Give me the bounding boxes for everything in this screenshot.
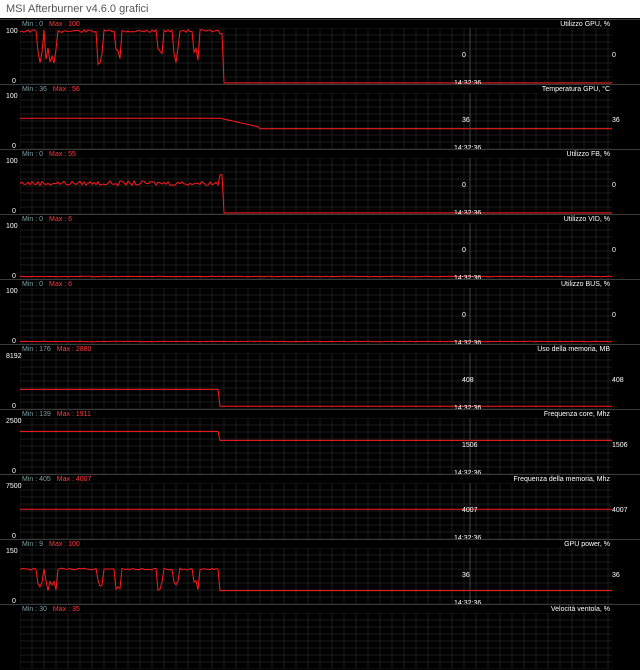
graph-panel: Min : 0 Max : 6 Utilizzo BUS, % 100 0 14:32:3… — [0, 279, 640, 347]
scale-max: 100 — [6, 223, 18, 230]
graph-title: Utilizzo VID, % — [563, 216, 610, 223]
graph-plot — [20, 613, 612, 669]
min-value: Min : 405 — [22, 476, 51, 483]
graph-panel: Min : 139 Max : 1911 Frequenza core, Mhz 25… — [0, 409, 640, 477]
current-value: 4007 — [462, 507, 478, 514]
graph-line — [20, 388, 612, 407]
min-value: Min : 0 — [22, 281, 44, 288]
current-value-right: 0 — [612, 52, 616, 59]
graph-title: Utilizzo GPU, % — [560, 21, 610, 28]
scale-max: 8192 — [6, 353, 22, 360]
graph-title: Utilizzo FB, % — [566, 151, 610, 158]
scale-max: 100 — [6, 288, 18, 295]
min-value: Min : 36 — [22, 86, 47, 93]
minmax-label: Min : 30 Max : 35 — [22, 606, 80, 614]
graph-plot — [20, 288, 612, 344]
minmax-label: Min : 0 Max : 6 — [22, 216, 72, 224]
current-value: 1506 — [462, 442, 478, 449]
min-value: Min : 0 — [22, 21, 44, 28]
graph-plot — [20, 353, 612, 409]
current-value: 0 — [462, 247, 466, 254]
max-value: Max : 6 — [49, 281, 72, 288]
minmax-label: Min : 0 Max : 100 — [22, 21, 80, 29]
minmax-label: Min : 0 Max : 55 — [22, 151, 76, 159]
min-value: Min : 30 — [22, 606, 47, 613]
minmax-label: Min : 139 Max : 1911 — [22, 411, 91, 419]
graph-line — [20, 340, 612, 343]
graph-plot — [20, 223, 612, 279]
min-value: Min : 0 — [22, 216, 44, 223]
current-value: 36 — [462, 572, 470, 579]
graph-title: Uso della memoria, MB — [537, 346, 610, 353]
minmax-label: Min : 176 Max : 2880 — [22, 346, 91, 354]
max-value: Max : 100 — [49, 541, 80, 548]
window-titlebar: MSI Afterburner v4.6.0 grafici — [0, 0, 640, 18]
graph-plot — [20, 418, 612, 474]
graph-plot — [20, 93, 612, 149]
graph-plot — [20, 158, 612, 214]
current-value-right: 36 — [612, 117, 620, 124]
graph-panel: Min : 405 Max : 4007 Frequenza della memor… — [0, 474, 640, 542]
graph-plot — [20, 28, 612, 84]
graph-panel: Min : 36 Max : 56 Temperatura GPU, °C 100 0 1… — [0, 84, 640, 152]
graph-panel: Min : 9 Max : 100 GPU power, % 150 0 14:32:36… — [0, 539, 640, 607]
min-value: Min : 0 — [22, 151, 44, 158]
current-value: 0 — [462, 52, 466, 59]
graph-line — [20, 275, 612, 278]
min-value: Min : 9 — [22, 541, 44, 548]
current-value-right: 36 — [612, 572, 620, 579]
max-value: Max : 100 — [49, 21, 80, 28]
graph-title: GPU power, % — [564, 541, 610, 548]
max-value: Max : 35 — [52, 606, 80, 613]
current-value-right: 4007 — [612, 507, 628, 514]
graph-panel: Min : 0 Max : 100 Utilizzo GPU, % 100 0 14:32… — [0, 19, 640, 87]
max-value: Max : 2880 — [56, 346, 92, 353]
graph-title: Velocità ventola, % — [550, 606, 610, 613]
current-value-right: 0 — [612, 312, 616, 319]
min-value: Min : 176 — [22, 346, 51, 353]
graph-plot — [20, 548, 612, 604]
current-value-right: 0 — [612, 247, 616, 254]
max-value: Max : 1911 — [56, 411, 91, 418]
scale-max: 100 — [6, 158, 18, 165]
graph-title: Utilizzo BUS, % — [560, 281, 610, 288]
current-value: 36 — [462, 117, 470, 124]
current-value-right: 0 — [612, 182, 616, 189]
scale-max: 7500 — [6, 483, 22, 490]
graph-plot — [20, 483, 612, 539]
graph-panel: Min : 176 Max : 2880 Uso della memoria, MB… — [0, 344, 640, 412]
minmax-label: Min : 0 Max : 6 — [22, 281, 72, 289]
current-value: 0 — [462, 312, 466, 319]
scale-max: 100 — [6, 28, 18, 35]
max-value: Max : 6 — [49, 216, 72, 223]
scale-max: 2500 — [6, 418, 22, 425]
current-value-right: 1506 — [612, 442, 628, 449]
minmax-label: Min : 36 Max : 56 — [22, 86, 80, 94]
max-value: Max : 4007 — [56, 476, 92, 483]
current-value: 0 — [462, 182, 466, 189]
current-value: 408 — [462, 377, 474, 384]
graph-title: Frequenza core, Mhz — [543, 411, 610, 418]
window-title: MSI Afterburner v4.6.0 grafici — [6, 3, 149, 15]
graph-title: Temperatura GPU, °C — [541, 86, 610, 93]
graph-panel: Min : 0 Max : 55 Utilizzo FB, % 100 0 14:32:3… — [0, 149, 640, 217]
min-value: Min : 139 — [22, 411, 51, 418]
current-value-right: 408 — [612, 377, 624, 384]
max-value: Max : 55 — [49, 151, 76, 158]
minmax-label: Min : 405 Max : 4007 — [22, 476, 91, 484]
graph-panel: Min : 30 Max : 35 Velocità ventola, % — [0, 604, 640, 670]
graph-title: Frequenza della memoria, Mhz — [513, 476, 611, 483]
graph-panel: Min : 0 Max : 6 Utilizzo VID, % 100 0 14:32:3… — [0, 214, 640, 282]
graph-line — [20, 567, 612, 592]
scale-max: 100 — [6, 93, 18, 100]
minmax-label: Min : 9 Max : 100 — [22, 541, 80, 549]
graph-line — [20, 117, 612, 130]
max-value: Max : 56 — [52, 86, 80, 93]
scale-max: 150 — [6, 548, 18, 555]
